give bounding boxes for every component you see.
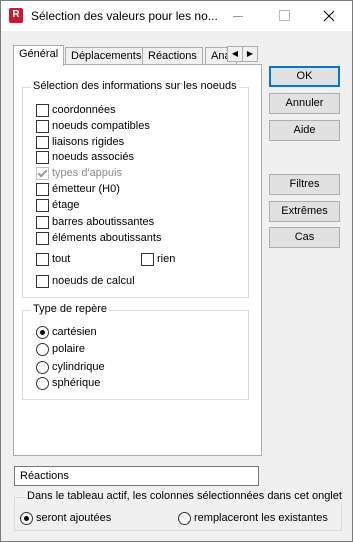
info-group-title: Sélection des informations sur les noeud… xyxy=(31,80,239,92)
maximize-button[interactable] xyxy=(261,1,307,31)
repere-group-title: Type de repère xyxy=(31,303,109,315)
radio-button[interactable] xyxy=(20,512,33,525)
checkbox-box[interactable] xyxy=(36,104,49,117)
radio-label: sphérique xyxy=(52,377,101,389)
close-button[interactable] xyxy=(306,1,352,31)
columns-mode-title: Dans le tableau actif, les colonnes séle… xyxy=(25,490,344,502)
minimize-button[interactable] xyxy=(215,1,261,31)
tab-reactions[interactable]: Réactions xyxy=(142,47,203,65)
cas-button[interactable]: Cas xyxy=(269,227,340,248)
repere-type-group: Type de repère cartésien polaire cylindr… xyxy=(22,303,249,400)
checkbox-label: coordonnées xyxy=(52,104,116,116)
selection-name-input[interactable]: Réactions xyxy=(14,466,259,486)
ok-button[interactable]: OK xyxy=(269,66,340,87)
chevron-left-icon: ◀ xyxy=(231,49,239,58)
title-bar: R Sélection des valeurs pour les no... xyxy=(1,1,352,31)
checkbox-label: émetteur (H0) xyxy=(52,183,120,195)
radio-button[interactable] xyxy=(36,361,49,374)
selection-name-value: Réactions xyxy=(20,470,69,482)
radio-button[interactable] xyxy=(36,326,49,339)
checkbox-box[interactable] xyxy=(36,136,49,149)
checkbox-label: étage xyxy=(52,199,80,211)
extremes-button[interactable]: Extrêmes xyxy=(269,201,340,222)
close-icon xyxy=(323,10,335,22)
checkbox-label: liaisons rigides xyxy=(52,136,125,148)
checkbox-box[interactable] xyxy=(36,232,49,245)
checkbox-label: noeuds associés xyxy=(52,151,134,163)
checkbox-label: barres aboutissantes xyxy=(52,216,155,228)
checkbox-box xyxy=(36,167,49,180)
checkbox-box[interactable] xyxy=(36,183,49,196)
checkbox-label: noeuds de calcul xyxy=(52,275,135,287)
checkbox-box[interactable] xyxy=(36,216,49,229)
dialog-window: R Sélection des valeurs pour les no... G… xyxy=(0,0,353,542)
radio-button[interactable] xyxy=(178,512,191,525)
checkbox-box[interactable] xyxy=(141,253,154,266)
checkbox-label: noeuds compatibles xyxy=(52,120,150,132)
aide-button[interactable]: Aide xyxy=(269,120,340,141)
tab-scroll-left-button[interactable]: ◀ xyxy=(227,46,243,62)
checkbox-box[interactable] xyxy=(36,253,49,266)
tab-panel-general: Sélection des informations sur les noeud… xyxy=(13,64,262,456)
checkbox-label: éléments aboutissants xyxy=(52,232,162,244)
window-title: Sélection des valeurs pour les no... xyxy=(31,9,218,23)
checkbox-box[interactable] xyxy=(36,151,49,164)
checkbox-box[interactable] xyxy=(36,275,49,288)
checkbox-label: tout xyxy=(52,253,71,265)
info-selection-group: Sélection des informations sur les noeud… xyxy=(22,80,249,298)
radio-button[interactable] xyxy=(36,377,49,390)
radio-label: cylindrique xyxy=(52,361,105,373)
radio-label: polaire xyxy=(52,343,86,355)
radio-button[interactable] xyxy=(36,343,49,356)
filtres-button[interactable]: Filtres xyxy=(269,174,340,195)
app-logo-icon: R xyxy=(9,8,23,23)
tab-scroll-right-button[interactable]: ▶ xyxy=(242,46,258,62)
annuler-button[interactable]: Annuler xyxy=(269,93,340,114)
checkbox-box[interactable] xyxy=(36,199,49,212)
checkbox-label: rien xyxy=(157,253,176,265)
radio-label: seront ajoutées xyxy=(36,512,112,524)
checkbox-box[interactable] xyxy=(36,120,49,133)
radio-label: remplaceront les existantes xyxy=(194,512,328,524)
tab-deplacements[interactable]: Déplacements xyxy=(65,47,148,65)
chevron-right-icon: ▶ xyxy=(246,49,254,58)
checkbox-label: types d'appuis xyxy=(52,167,122,179)
radio-label: cartésien xyxy=(52,326,97,338)
columns-mode-group: Dans le tableau actif, les colonnes séle… xyxy=(14,490,344,531)
tab-general[interactable]: Général xyxy=(13,45,65,66)
